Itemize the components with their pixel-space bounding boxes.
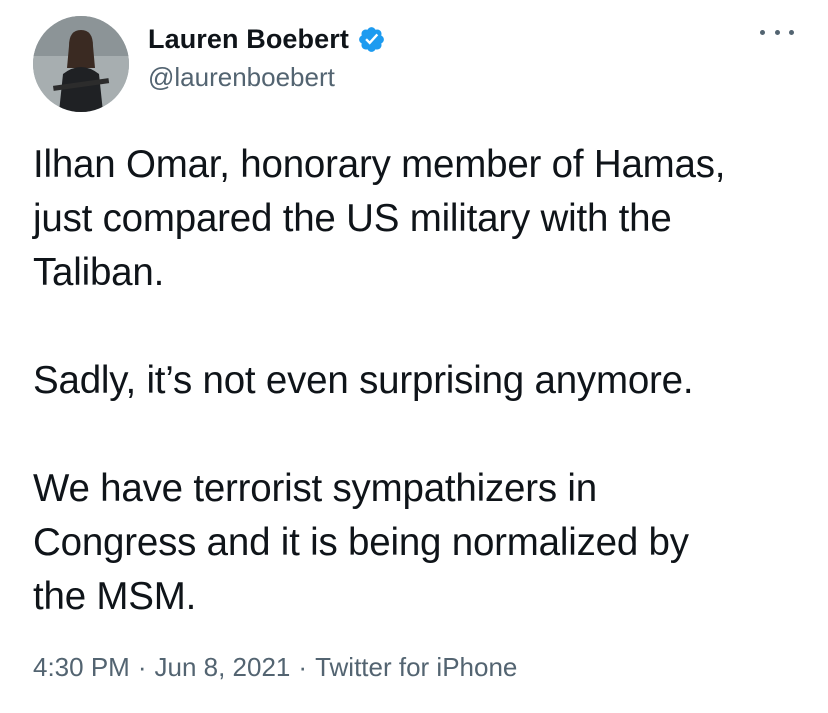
- tweet-line: Taliban.: [33, 251, 165, 294]
- verified-badge-icon: [357, 25, 386, 54]
- more-dot: [774, 29, 780, 35]
- tweet-paragraph: Sadly, it’s not even surprising anymore.: [33, 354, 803, 408]
- tweet-line: Ilhan Omar, honorary member of Hamas,: [33, 143, 726, 186]
- meta-separator: ·: [298, 652, 308, 682]
- author-handle[interactable]: @laurenboebert: [148, 62, 335, 93]
- author-name-row: Lauren Boebert: [148, 22, 386, 56]
- more-options-icon[interactable]: [760, 22, 794, 42]
- profile-photo: [33, 16, 129, 112]
- tweet: Lauren Boebert @laurenboebert Ilhan Omar…: [0, 0, 828, 713]
- tweet-line: Congress and it is being normalized by: [33, 521, 689, 564]
- tweet-source-link[interactable]: Twitter for iPhone: [315, 652, 517, 682]
- tweet-line: just compared the US military with the: [33, 197, 672, 240]
- tweet-line: Sadly, it’s not even surprising anymore.: [33, 359, 694, 402]
- more-dot: [760, 29, 765, 35]
- tweet-time[interactable]: 4:30 PM: [33, 652, 130, 682]
- avatar[interactable]: [33, 16, 129, 112]
- tweet-date[interactable]: Jun 8, 2021: [155, 652, 291, 682]
- author-display-name[interactable]: Lauren Boebert: [148, 24, 349, 55]
- tweet-metadata: 4:30 PM · Jun 8, 2021 · Twitter for iPhone: [33, 652, 517, 683]
- tweet-text: Ilhan Omar, honorary member of Hamas, ju…: [33, 138, 803, 624]
- more-dot: [789, 29, 794, 35]
- tweet-paragraph: Ilhan Omar, honorary member of Hamas, ju…: [33, 138, 803, 300]
- tweet-line: the MSM.: [33, 575, 197, 618]
- tweet-line: We have terrorist sympathizers in: [33, 467, 597, 510]
- tweet-paragraph: We have terrorist sympathizers in Congre…: [33, 462, 803, 624]
- meta-separator: ·: [137, 652, 147, 682]
